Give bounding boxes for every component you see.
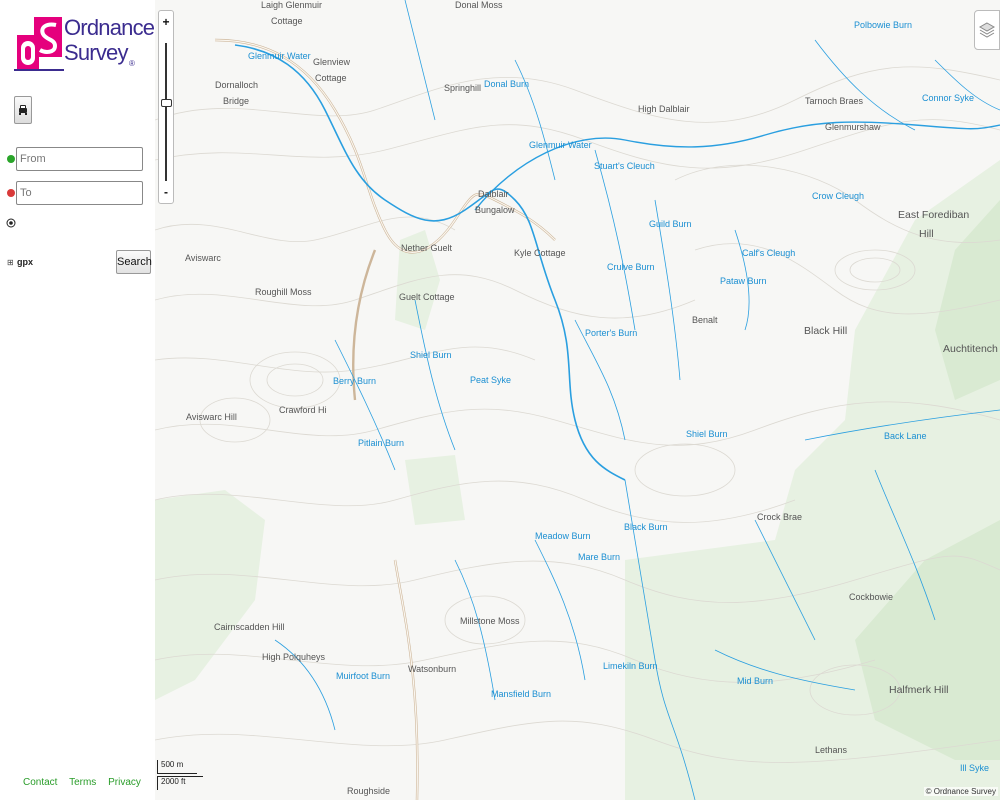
map-label: Cairnscadden Hill <box>214 622 285 632</box>
map-label: High Dalblair <box>638 104 690 114</box>
os-logo-line1: Ordnance <box>64 15 155 40</box>
map-label: Roughside <box>347 786 391 796</box>
map-label: East Forediban <box>898 209 970 221</box>
map-label: Shiel Burn <box>686 429 728 439</box>
os-logo-line2: Survey <box>64 40 128 65</box>
map-label: Tarnoch Braes <box>805 96 864 106</box>
map-label: Laigh Glenmuir <box>261 0 323 10</box>
map-label: Bridge <box>223 96 250 106</box>
map-label: Glenmuir Water <box>529 140 592 150</box>
map-label: Calf's Cleugh <box>742 248 796 258</box>
gpx-link[interactable]: gpx <box>17 257 33 267</box>
map-attribution: © Ordnance Survey <box>923 787 998 796</box>
contact-link[interactable]: Contact <box>23 777 57 788</box>
map-label: Millstone Moss <box>460 616 520 626</box>
map-label: Crulve Burn <box>607 262 655 272</box>
map-label: Polbowie Burn <box>854 20 913 30</box>
map-label: Springhill <box>444 83 482 93</box>
map-label: Benalt <box>692 315 718 325</box>
map-base-layer <box>155 0 1000 800</box>
map-label: Ill Syke <box>960 763 990 773</box>
map-label: Black Burn <box>624 522 668 532</box>
map-label: Pataw Burn <box>720 276 767 286</box>
map-label: Crawford Hi <box>279 405 327 415</box>
map-label: Berry Burn <box>333 376 377 386</box>
map-label: Aviswarc Hill <box>186 412 237 422</box>
map-label: Back Lane <box>884 431 927 441</box>
map-canvas[interactable]: Laigh Glenmuir Cottage Donal Moss Polbow… <box>155 0 1000 800</box>
privacy-link[interactable]: Privacy <box>108 777 141 788</box>
footer-links: Contact Terms Privacy <box>23 777 150 788</box>
map-label: Watsonburn <box>408 664 457 674</box>
map-label: Mansfield Burn <box>491 689 552 699</box>
os-registered-mark: ® <box>129 59 135 68</box>
end-marker-icon <box>7 189 15 197</box>
map-label: Dalblair <box>478 189 509 199</box>
zoom-slider-track[interactable] <box>165 43 167 181</box>
map-label: Cottage <box>271 16 303 26</box>
roads <box>214 38 556 800</box>
map-label: Guild Burn <box>649 219 692 229</box>
map-label: Aviswarc <box>185 253 221 263</box>
map-label: Guelt Cottage <box>399 292 455 302</box>
map-label: Shiel Burn <box>410 350 452 360</box>
map-label: Donal Moss <box>455 0 503 10</box>
os-logo-mark-icon <box>14 17 64 71</box>
map-label: Auchtitench Hill <box>943 343 1000 355</box>
map-label: Donal Burn <box>484 79 530 89</box>
map-label: Crock Brae <box>757 512 803 522</box>
layers-icon <box>979 22 995 38</box>
map-label: Dornalloch <box>215 80 259 90</box>
zoom-in-button[interactable]: + <box>159 14 173 30</box>
map-label: Peat Syke <box>470 375 512 385</box>
locate-me-icon[interactable] <box>6 218 16 228</box>
gpx-icon: ⊞ <box>7 258 14 267</box>
map-label: Connor Syke <box>922 93 975 103</box>
map-label: Cottage <box>315 73 347 83</box>
map-label: Roughill Moss <box>255 287 312 297</box>
map-label: Bungalow <box>475 205 515 215</box>
scale-metric: 500 m <box>157 760 197 774</box>
zoom-control: + - <box>158 10 174 204</box>
zoom-out-button[interactable]: - <box>159 184 173 200</box>
map-label: Crow Cleugh <box>812 191 865 201</box>
map-label: Hill <box>919 228 934 240</box>
map-label: Kyle Cottage <box>514 248 566 258</box>
scale-imperial: 2000 ft <box>157 776 203 790</box>
terms-link[interactable]: Terms <box>69 777 96 788</box>
to-input[interactable] <box>16 181 143 205</box>
map-label: Meadow Burn <box>535 531 591 541</box>
map-label: Glenview <box>313 57 351 67</box>
route-panel: Ordnance Survey ® ⊞ gpx Search Contact T… <box>0 0 155 800</box>
map-label: High Polquheys <box>262 652 326 662</box>
layer-switcher-button[interactable] <box>974 10 1000 50</box>
map-label: Stuart's Cleuch <box>594 161 655 171</box>
map-label: Nether Guelt <box>401 243 453 253</box>
car-mode-button[interactable] <box>14 96 32 124</box>
map-label: Lethans <box>815 745 848 755</box>
map-label: Mare Burn <box>578 552 621 562</box>
map-label: Halfmerk Hill <box>889 684 949 696</box>
start-marker-icon <box>7 155 15 163</box>
map-label: Limekiln Burn <box>603 661 658 671</box>
map-label: Mid Burn <box>737 676 774 686</box>
map-label: Porter's Burn <box>585 328 638 338</box>
os-logo-text: Ordnance Survey <box>64 15 155 65</box>
map-label: Glenmurshaw <box>825 122 881 132</box>
car-icon <box>19 105 27 115</box>
ordnance-survey-logo: Ordnance Survey ® <box>14 15 155 77</box>
map-label: Black Hill <box>804 325 848 337</box>
search-button[interactable]: Search <box>116 250 152 274</box>
map-label: Glenmuir Water <box>248 51 311 61</box>
map-label: Pitlain Burn <box>358 438 405 448</box>
from-input[interactable] <box>16 147 143 171</box>
map-label: Cockbowie <box>849 592 894 602</box>
map-label: Muirfoot Burn <box>336 671 391 681</box>
zoom-slider-handle[interactable] <box>161 99 172 107</box>
